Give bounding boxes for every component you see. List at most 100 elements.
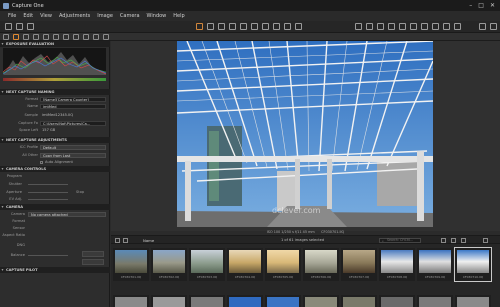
thumbnail[interactable] [151,295,187,307]
layout-icon[interactable] [490,23,497,30]
keystone-tool-icon[interactable] [240,23,247,30]
exif-info: ISO 100 1/250 s f/11 45 mm [266,230,315,234]
zoom-tool-icon[interactable] [207,23,214,30]
tab-output[interactable] [83,34,89,40]
tab-library[interactable] [3,34,9,40]
grid-overlay-icon[interactable] [399,23,406,30]
capture-folder-label: Capture Fo [18,121,38,125]
thumbnail[interactable] [227,295,263,307]
section-camera[interactable]: CAMERA [0,204,110,210]
tab-local[interactable] [63,34,69,40]
search-input[interactable]: Search: CF030... [379,238,421,243]
reset-icon[interactable] [295,23,302,30]
import-icon[interactable] [5,23,12,30]
format-field[interactable]: [Name][Camera Counter] [40,96,106,102]
crop-tool-icon[interactable] [218,23,225,30]
tab-capture[interactable] [13,34,19,40]
process-icon[interactable] [27,23,34,30]
camera-select[interactable]: No camera attached [28,211,106,217]
capture-folder-field[interactable]: C:\Users\Nat\Pictures\Ca... [40,120,106,126]
annotate-tool-icon[interactable] [273,23,280,30]
browser-size-icon[interactable] [483,238,488,243]
search-icon[interactable] [454,23,461,30]
tab-exposure[interactable] [43,34,49,40]
auto-alignment-label: Auto Alignment [45,160,73,164]
thumbnail[interactable]: CF030701.IIQ [113,248,149,281]
tab-quick[interactable] [103,34,109,40]
section-capture-pilot[interactable]: CAPTURE PILOT [0,267,110,273]
tab-lens[interactable] [23,34,29,40]
name-field[interactable]: imtMed [40,103,106,109]
menu-edit[interactable]: Edit [23,13,33,19]
compare-icon[interactable] [432,23,439,30]
auto-alignment-checkbox[interactable] [40,160,43,164]
section-exposure-evaluation[interactable]: EXPOSURE EVALUATION [0,41,110,47]
icc-profile-select[interactable]: Default [40,144,106,150]
main-photo[interactable]: dclever.com [177,41,433,227]
thumbnail-selected[interactable]: CF030710.IIQ [454,247,492,282]
single-view-icon[interactable] [366,23,373,30]
thumbnail[interactable] [265,295,301,307]
ev-slider[interactable] [28,199,68,200]
color-tag-icon[interactable] [461,238,466,243]
exposure-warning-icon[interactable] [377,23,384,30]
thumbnail[interactable] [113,295,149,307]
filter-icon[interactable] [441,238,446,243]
menu-bar: File Edit View Adjustments Image Camera … [0,11,500,21]
grid-view-icon[interactable] [355,23,362,30]
close-icon[interactable]: ✕ [490,2,495,9]
thumbnail[interactable] [303,295,339,307]
aperture-slider[interactable] [28,192,68,193]
thumbnail[interactable] [455,295,491,307]
thumbnail[interactable]: CF030703.IIQ [189,248,225,281]
menu-help[interactable]: Help [173,13,184,19]
thumbnail[interactable]: CF030702.IIQ [151,248,187,281]
picker-tool-icon[interactable] [262,23,269,30]
tab-batch[interactable] [93,34,99,40]
thumbnail[interactable] [341,295,377,307]
tab-color[interactable] [33,34,39,40]
thumbnail[interactable]: CF030704.IIQ [227,248,263,281]
menu-file[interactable]: File [8,13,16,19]
thumbnail[interactable] [189,295,225,307]
minimize-icon[interactable]: – [469,2,472,9]
browser-list-icon[interactable] [123,238,128,243]
focus-mask-icon[interactable] [421,23,428,30]
help-icon[interactable] [443,23,450,30]
stop-button[interactable]: Stop [76,189,84,195]
section-next-capture-naming[interactable]: NEXT CAPTURE NAMING [0,89,110,95]
proof-icon[interactable] [388,23,395,30]
thumbnail[interactable]: CF030705.IIQ [265,248,301,281]
maximize-icon[interactable]: □ [478,2,484,9]
thumbnail[interactable]: CF030706.IIQ [303,248,339,281]
camera-action-button[interactable] [82,259,104,265]
rotate-tool-icon[interactable] [229,23,236,30]
guides-icon[interactable] [410,23,417,30]
thumbnail[interactable]: CF030707.IIQ [341,248,377,281]
browser-grid-icon[interactable] [115,238,120,243]
thumbnail[interactable]: CF030709.IIQ [417,248,453,281]
section-next-capture-adjustments[interactable]: NEXT CAPTURE ADJUSTMENTS [0,137,110,143]
copy-apply-icon[interactable] [284,23,291,30]
all-other-select[interactable]: Copy from Last [40,152,106,158]
menu-adjustments[interactable]: Adjustments [59,13,90,19]
shutter-slider[interactable] [28,184,68,185]
pan-tool-icon[interactable] [196,23,203,30]
menu-window[interactable]: Window [147,13,167,19]
thumbnail[interactable] [379,295,415,307]
tab-details[interactable] [53,34,59,40]
spot-tool-icon[interactable] [251,23,258,30]
thumbnail[interactable]: CF030708.IIQ [379,248,415,281]
section-camera-controls[interactable]: CAMERA CONTROLS [0,166,110,172]
thumbnail-caption: CF030709.IIQ [424,275,446,279]
menu-image[interactable]: Image [97,13,113,19]
menu-view[interactable]: View [40,13,52,19]
settings-icon[interactable] [479,23,486,30]
balance-slider[interactable] [28,255,68,256]
star-filter-icon[interactable] [451,238,456,243]
thumbnail[interactable] [417,295,453,307]
tab-metadata[interactable] [73,34,79,40]
menu-camera[interactable]: Camera [120,13,140,19]
balance-button[interactable] [82,251,104,257]
capture-icon[interactable] [16,23,23,30]
